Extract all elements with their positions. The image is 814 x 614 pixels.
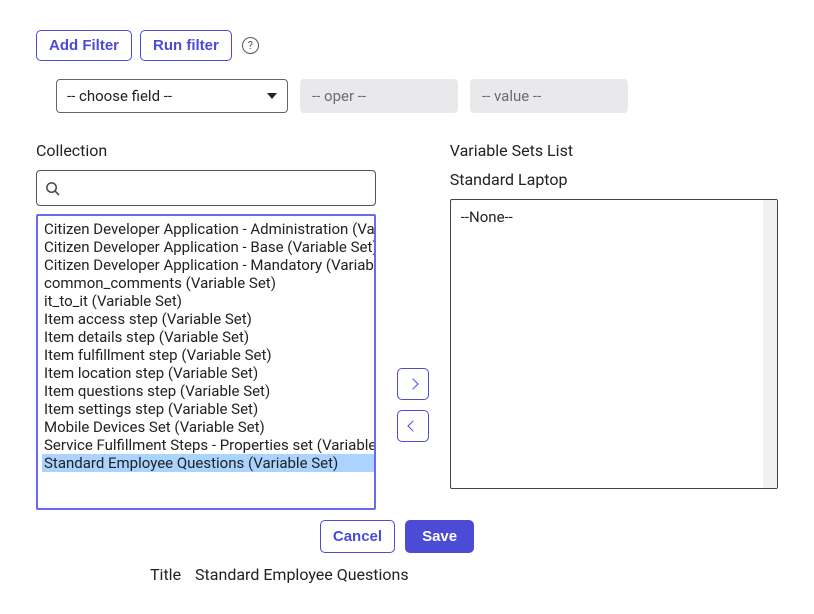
footer-buttons: Cancel Save <box>16 520 778 553</box>
move-left-button[interactable] <box>397 410 429 442</box>
varsets-sublabel: Standard Laptop <box>450 170 778 189</box>
collection-search[interactable] <box>36 170 376 206</box>
value-box[interactable]: -- value -- <box>470 79 628 113</box>
list-item[interactable]: Citizen Developer Application - Mandator… <box>42 256 374 274</box>
move-right-button[interactable] <box>397 368 429 400</box>
list-item[interactable]: Item location step (Variable Set) <box>42 364 374 382</box>
search-input[interactable] <box>60 179 367 198</box>
list-item[interactable]: --None-- <box>461 208 769 226</box>
cancel-button[interactable]: Cancel <box>320 520 395 553</box>
oper-box[interactable]: -- oper -- <box>300 79 458 113</box>
varsets-listbox[interactable]: --None-- <box>450 199 778 489</box>
value-placeholder: -- value -- <box>482 87 541 105</box>
filter-row: -- choose field -- -- oper -- -- value -… <box>56 79 778 113</box>
save-button[interactable]: Save <box>405 520 474 553</box>
slushbucket: Collection Citizen Developer Application… <box>36 141 778 510</box>
run-filter-button[interactable]: Run filter <box>140 30 232 61</box>
collection-listbox[interactable]: Citizen Developer Application - Administ… <box>36 214 376 510</box>
list-item[interactable]: Item questions step (Variable Set) <box>42 382 374 400</box>
varsets-column: Variable Sets List Standard Laptop --Non… <box>450 141 778 510</box>
field-select[interactable]: -- choose field -- <box>56 79 288 113</box>
title-label: Title <box>150 565 181 584</box>
move-buttons <box>394 141 432 510</box>
list-item[interactable]: it_to_it (Variable Set) <box>42 292 374 310</box>
list-item[interactable]: Citizen Developer Application - Administ… <box>42 220 374 238</box>
add-filter-button[interactable]: Add Filter <box>36 30 132 61</box>
field-select-value: -- choose field -- <box>67 87 172 105</box>
title-value: Standard Employee Questions <box>195 565 409 584</box>
chevron-left-icon <box>407 420 418 431</box>
collection-label: Collection <box>36 141 376 160</box>
list-item[interactable]: Item settings step (Variable Set) <box>42 400 374 418</box>
list-item[interactable]: Item access step (Variable Set) <box>42 310 374 328</box>
collection-column: Collection Citizen Developer Application… <box>36 141 376 510</box>
scrollbar[interactable] <box>763 200 777 488</box>
varsets-label: Variable Sets List <box>450 141 778 160</box>
title-row: Title Standard Employee Questions <box>150 565 778 584</box>
list-item[interactable]: Mobile Devices Set (Variable Set) <box>42 418 374 436</box>
list-item[interactable]: Item fulfillment step (Variable Set) <box>42 346 374 364</box>
list-item[interactable]: Citizen Developer Application - Base (Va… <box>42 238 374 256</box>
list-item[interactable]: Item details step (Variable Set) <box>42 328 374 346</box>
help-icon[interactable]: ? <box>242 37 259 54</box>
search-icon <box>45 181 60 196</box>
oper-placeholder: -- oper -- <box>312 87 366 105</box>
chevron-right-icon <box>407 378 418 389</box>
list-item[interactable]: Service Fulfillment Steps - Properties s… <box>42 436 374 454</box>
caret-down-icon <box>267 93 277 99</box>
list-item[interactable]: Standard Employee Questions (Variable Se… <box>42 454 374 472</box>
list-item[interactable]: common_comments (Variable Set) <box>42 274 374 292</box>
toolbar: Add Filter Run filter ? <box>36 30 778 61</box>
